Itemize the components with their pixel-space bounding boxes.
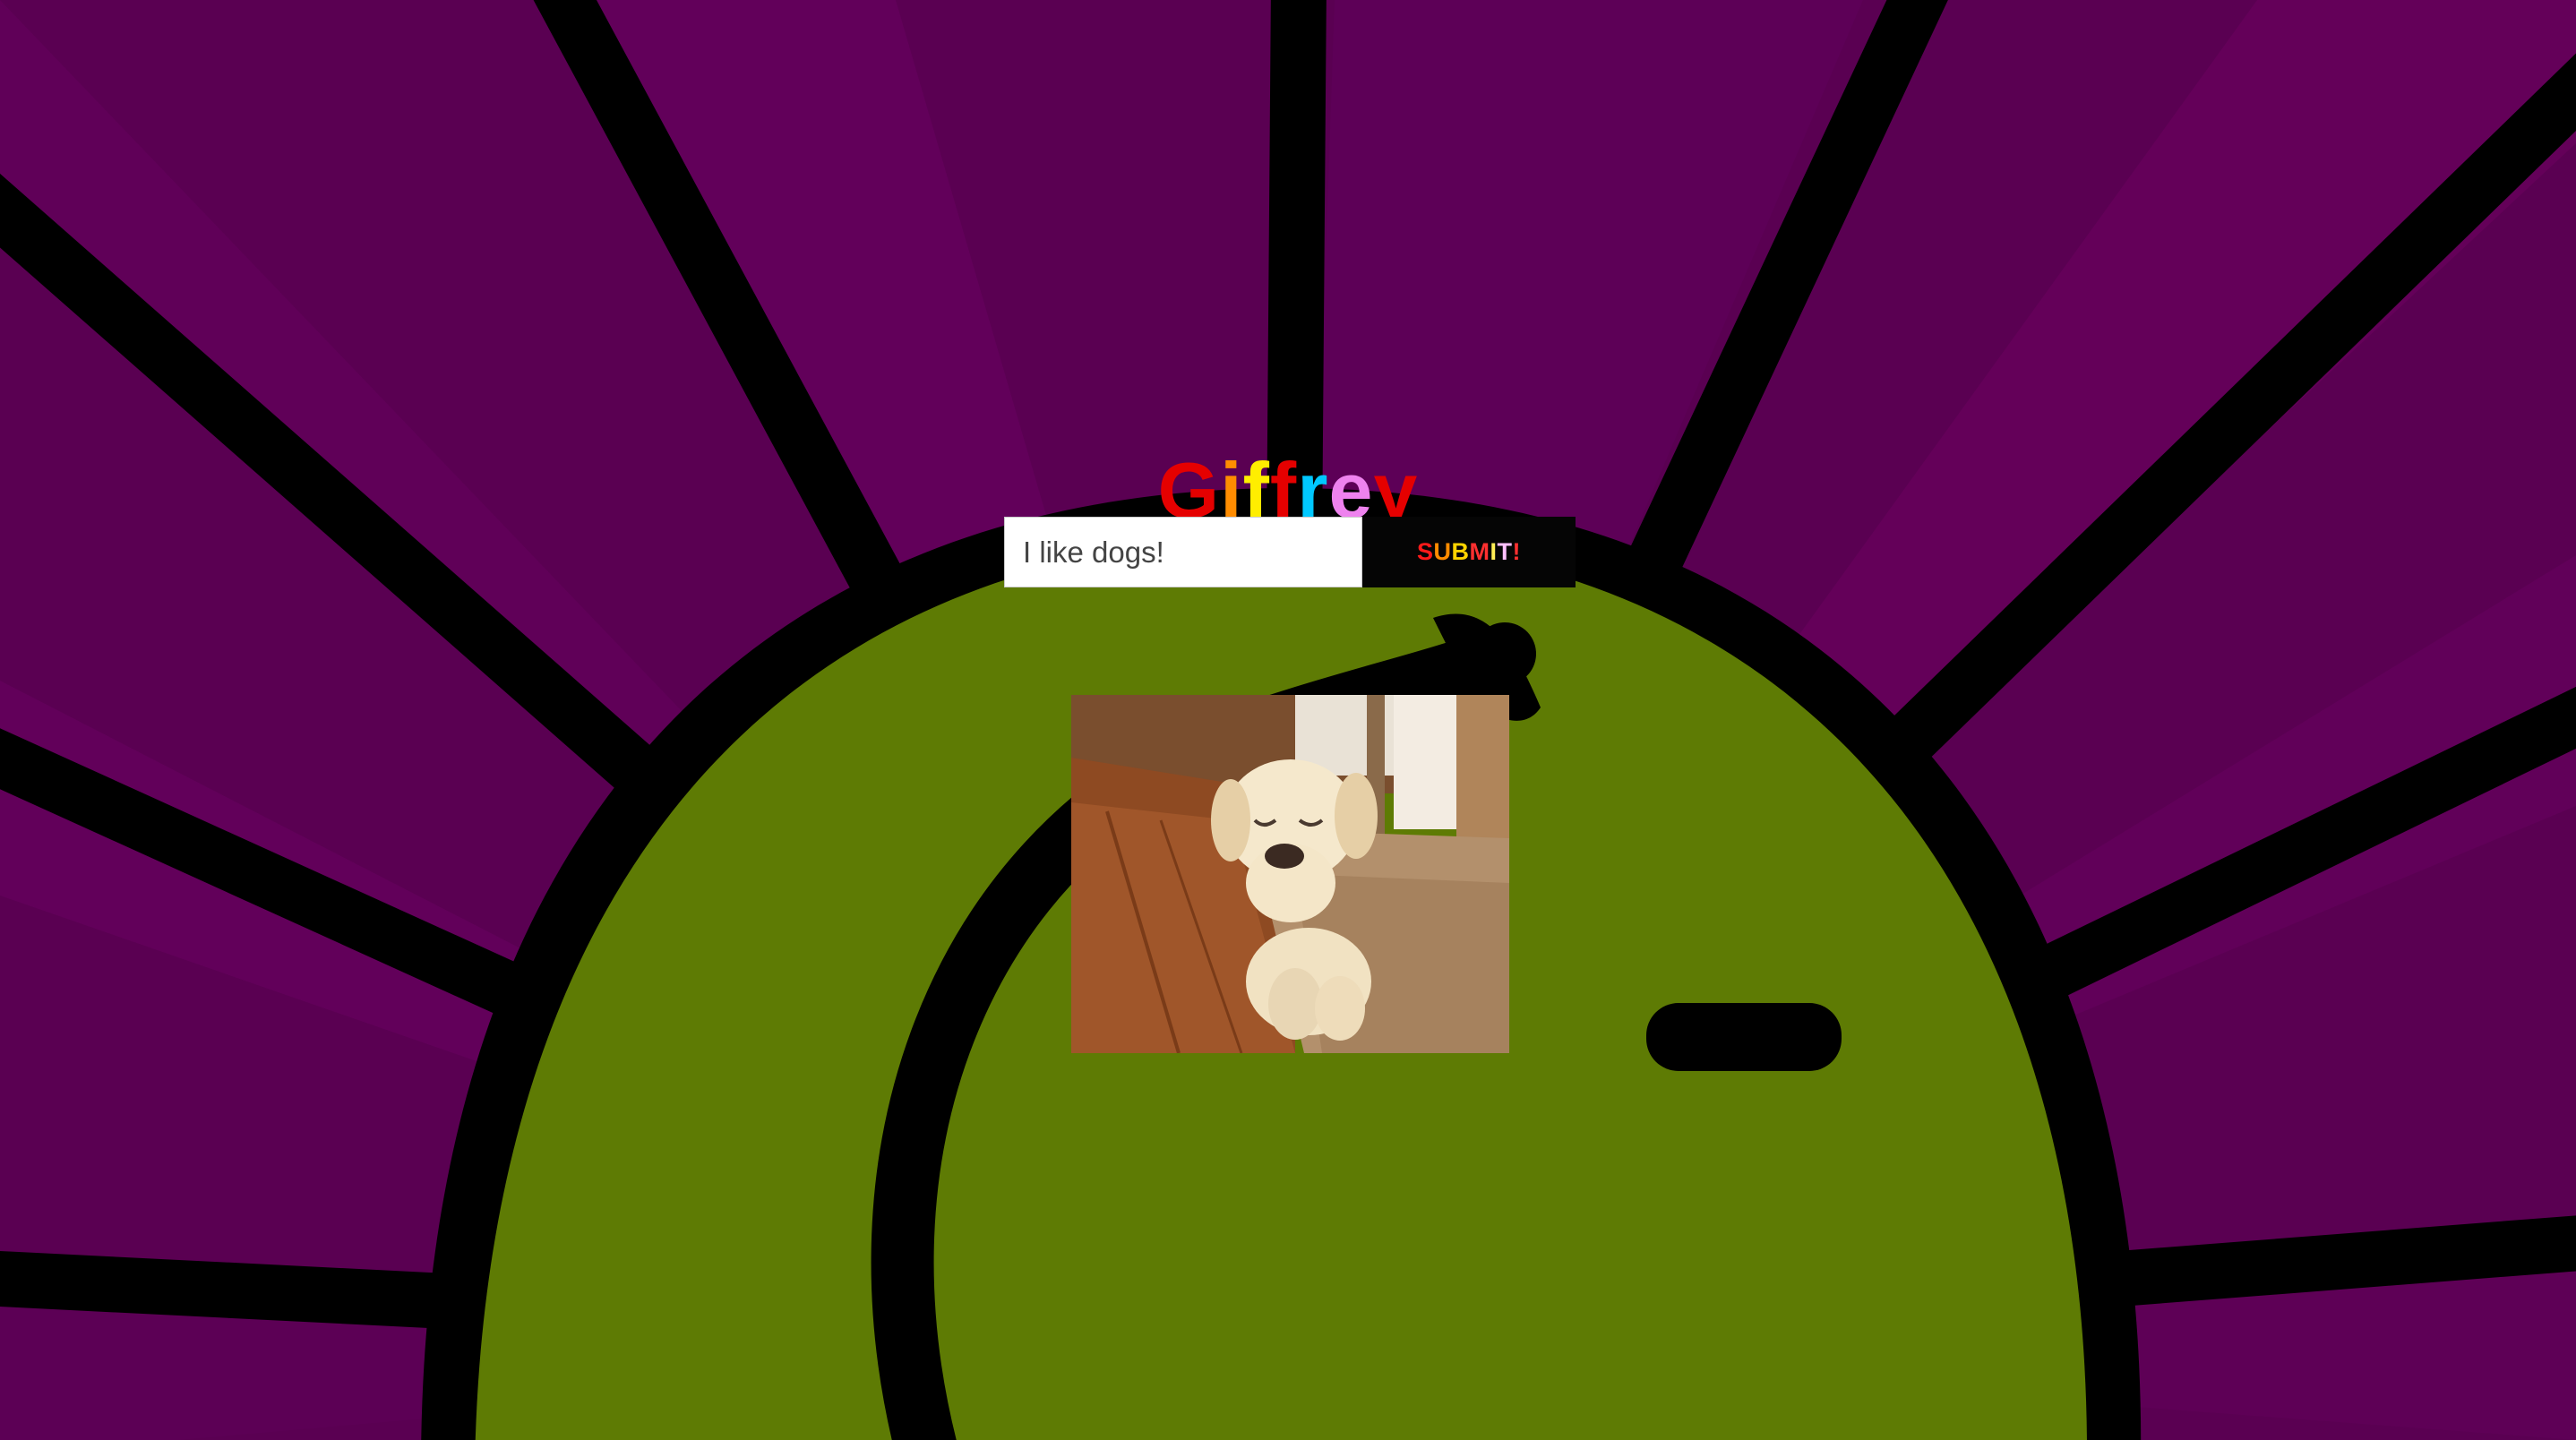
submit-button[interactable]: SUBMIT! (1362, 517, 1576, 587)
search-form: SUBMIT! (1004, 517, 1576, 587)
submit-letter: ! (1512, 538, 1522, 565)
submit-letter: I (1490, 538, 1498, 565)
submit-letter: U (1433, 538, 1452, 565)
page-stage: Giffrey SUBMIT! (0, 0, 2576, 1440)
submit-letter: T (1497, 538, 1513, 565)
submit-letter: M (1469, 538, 1490, 565)
puppy-icon (1071, 695, 1509, 1053)
search-input[interactable] (1004, 517, 1362, 587)
puppy-gif-image (1071, 695, 1509, 1053)
submit-letter: S (1416, 538, 1434, 565)
submit-letter: B (1451, 538, 1470, 565)
